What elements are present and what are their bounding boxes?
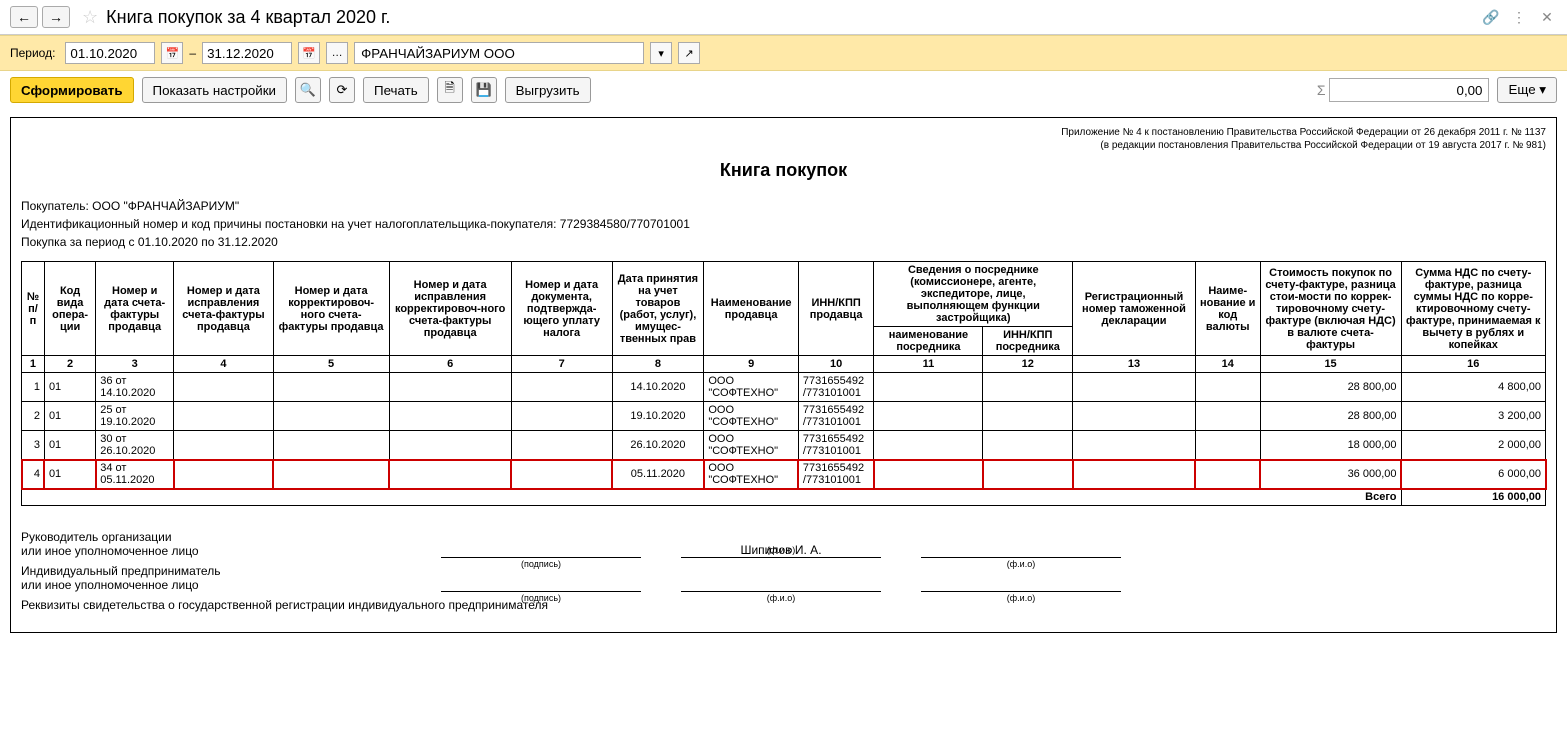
- total-value: 16 000,00: [1401, 489, 1546, 506]
- star-icon[interactable]: ☆: [82, 7, 98, 28]
- legal-line-1: Приложение № 4 к постановлению Правитель…: [21, 126, 1546, 139]
- report-title: Книга покупок: [21, 160, 1546, 181]
- table-row[interactable]: 30130 от 26.10.202026.10.2020ООО "СОФТЕХ…: [22, 431, 1546, 460]
- colnum: 2: [44, 356, 95, 373]
- col-10: ИНН/КПП продавца: [798, 262, 873, 356]
- sig-caption-fio2: (ф.и.о): [921, 559, 1121, 569]
- link-icon[interactable]: 🔗: [1481, 7, 1501, 27]
- colnum: 16: [1401, 356, 1546, 373]
- period-to-input[interactable]: [202, 42, 292, 64]
- save-icon[interactable]: 💾: [471, 77, 497, 103]
- print-button[interactable]: Печать: [363, 77, 429, 103]
- buyer-line: Покупатель: ООО "ФРАНЧАЙЗАРИУМ": [21, 197, 1546, 215]
- sig-ip-1: Индивидуальный предприниматель: [21, 564, 421, 578]
- sig-caption-sign2: (подпись): [441, 593, 641, 603]
- colnum: 1: [22, 356, 45, 373]
- report-area: Приложение № 4 к постановлению Правитель…: [10, 117, 1557, 633]
- period-select-button[interactable]: …: [326, 42, 348, 64]
- legal-line-2: (в редакции постановления Правительства …: [21, 139, 1546, 152]
- org-open-icon[interactable]: ↗: [678, 42, 700, 64]
- col-1: № п/п: [22, 262, 45, 356]
- colnum: 11: [874, 356, 983, 373]
- col-4: Номер и дата исправления счета-фактуры п…: [174, 262, 274, 356]
- preview-icon[interactable]: 🗎: [437, 77, 463, 103]
- col-2: Код вида опера-ции: [44, 262, 95, 356]
- sig-caption-fio4: (ф.и.о): [921, 593, 1121, 603]
- org-input[interactable]: [354, 42, 644, 64]
- zoom-in-icon[interactable]: 🔍: [295, 77, 321, 103]
- col-16: Сумма НДС по счету-фактуре, разница сумм…: [1401, 262, 1546, 356]
- colnum: 6: [389, 356, 511, 373]
- refresh-icon[interactable]: ⟳: [329, 77, 355, 103]
- col-7: Номер и дата документа, подтвержда-ющего…: [511, 262, 612, 356]
- more-icon[interactable]: ⋮: [1509, 7, 1529, 27]
- more-button[interactable]: Еще ▾: [1497, 77, 1557, 103]
- purchase-table: № п/п Код вида опера-ции Номер и дата сч…: [21, 261, 1546, 506]
- colnum: 13: [1073, 356, 1196, 373]
- col-14: Наиме-нование и код валюты: [1195, 262, 1260, 356]
- forward-button[interactable]: →: [42, 6, 70, 28]
- period-from-input[interactable]: [65, 42, 155, 64]
- colnum: 12: [983, 356, 1073, 373]
- period-dash: –: [189, 46, 196, 60]
- org-dropdown-icon[interactable]: ▾: [650, 42, 672, 64]
- sig-head-1: Руководитель организации: [21, 530, 421, 544]
- export-button[interactable]: Выгрузить: [505, 77, 591, 103]
- col-11-12: Сведения о посреднике (комиссионере, аге…: [874, 262, 1073, 327]
- sig-caption-fio3: (ф.и.о): [681, 593, 881, 603]
- col-5: Номер и дата корректировоч-ного счета-фа…: [273, 262, 389, 356]
- colnum: 9: [704, 356, 799, 373]
- colnum: 15: [1260, 356, 1401, 373]
- colnum: 8: [612, 356, 704, 373]
- colnum: 10: [798, 356, 873, 373]
- sig-caption-sign: (подпись): [441, 559, 641, 569]
- sig-head-2: или иное уполномоченное лицо: [21, 544, 421, 558]
- sig-ip-2: или иное уполномоченное лицо: [21, 578, 421, 592]
- col-12: ИНН/КПП посредника: [983, 327, 1073, 356]
- col-11: наименование посредника: [874, 327, 983, 356]
- show-settings-button[interactable]: Показать настройки: [142, 77, 287, 103]
- sig-caption-fio: (ф.и.о): [681, 545, 881, 555]
- calendar-from-icon[interactable]: 📅: [161, 42, 183, 64]
- form-button[interactable]: Сформировать: [10, 77, 134, 103]
- col-3: Номер и дата счета-фактуры продавца: [96, 262, 174, 356]
- sum-input[interactable]: [1329, 78, 1489, 102]
- colnum: 3: [96, 356, 174, 373]
- col-15: Стоимость покупок по счету-фактуре, разн…: [1260, 262, 1401, 356]
- close-icon[interactable]: ✕: [1537, 7, 1557, 27]
- col-8: Дата принятия на учет товаров (работ, ус…: [612, 262, 704, 356]
- sigma-icon: Σ: [1317, 82, 1326, 98]
- period-line: Покупка за период с 01.10.2020 по 31.12.…: [21, 233, 1546, 251]
- total-label: Всего: [22, 489, 1402, 506]
- calendar-to-icon[interactable]: 📅: [298, 42, 320, 64]
- table-row[interactable]: 10136 от 14.10.202014.10.2020ООО "СОФТЕХ…: [22, 373, 1546, 402]
- period-label: Период:: [10, 46, 55, 60]
- colnum: 4: [174, 356, 274, 373]
- colnum: 5: [273, 356, 389, 373]
- page-title: Книга покупок за 4 квартал 2020 г.: [106, 7, 390, 28]
- table-row[interactable]: 40134 от 05.11.202005.11.2020ООО "СОФТЕХ…: [22, 460, 1546, 489]
- back-button[interactable]: ←: [10, 6, 38, 28]
- inn-line: Идентификационный номер и код причины по…: [21, 215, 1546, 233]
- colnum: 14: [1195, 356, 1260, 373]
- col-6: Номер и дата исправления корректировоч-н…: [389, 262, 511, 356]
- col-9: Наименование продавца: [704, 262, 799, 356]
- table-row[interactable]: 20125 от 19.10.202019.10.2020ООО "СОФТЕХ…: [22, 402, 1546, 431]
- colnum: 7: [511, 356, 612, 373]
- col-13: Регистрационный номер таможенной деклара…: [1073, 262, 1196, 356]
